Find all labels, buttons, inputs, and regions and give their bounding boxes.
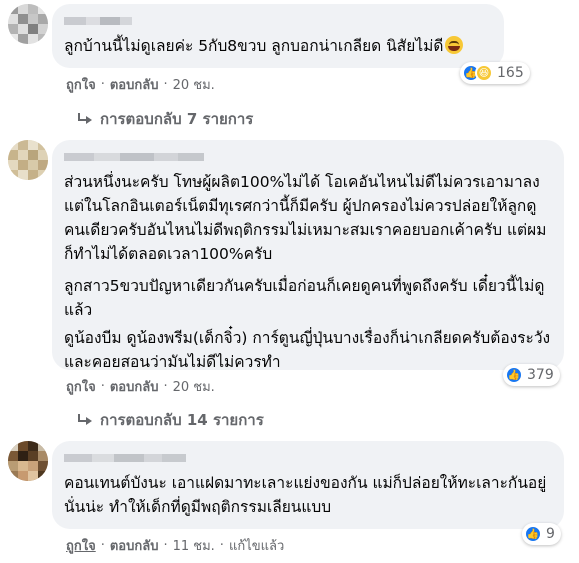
view-replies-link[interactable]: การตอบกลับ 14 รายการ bbox=[78, 408, 264, 432]
comment-actions: ถูกใจ · ตอบกลับ · 20 ชม. bbox=[66, 74, 215, 95]
like-icon: 👍 bbox=[524, 525, 542, 543]
replies-label: การตอบกลับ 14 รายการ bbox=[100, 411, 264, 429]
author-name-blurred[interactable] bbox=[64, 150, 552, 164]
like-button[interactable]: ถูกใจ bbox=[66, 535, 96, 556]
like-icon: 👍 bbox=[505, 366, 523, 384]
reaction-summary[interactable]: 👍 379 bbox=[503, 364, 560, 386]
reply-button[interactable]: ตอบกลับ bbox=[110, 535, 159, 556]
comment-text-line: ลูกบ้านนี้ไม่ดูเลยค่ะ 5กับ8ขวบ ลูกบอกน่า… bbox=[64, 37, 444, 55]
reply-arrow-icon bbox=[78, 113, 92, 125]
author-name-blurred[interactable] bbox=[64, 451, 552, 465]
comment-bubble: ส่วนหนึ่งนะครับ โทษผู้ผลิต100%ไม่ได้ โอเ… bbox=[52, 140, 564, 371]
haha-icon: 😆 bbox=[475, 64, 493, 82]
timestamp[interactable]: 20 ชม. bbox=[173, 74, 215, 95]
comment-actions: ถูกใจ · ตอบกลับ · 20 ชม. bbox=[66, 376, 215, 397]
reaction-count: 379 bbox=[527, 367, 554, 383]
avatar[interactable] bbox=[8, 4, 48, 44]
timestamp[interactable]: 20 ชม. bbox=[173, 376, 215, 397]
separator-dot: · bbox=[100, 379, 105, 394]
separator-dot: · bbox=[100, 538, 105, 553]
separator-dot: · bbox=[163, 379, 168, 394]
avatar[interactable] bbox=[8, 441, 48, 481]
replies-label: การตอบกลับ 7 รายการ bbox=[100, 110, 254, 128]
comment-paragraph: ดูน้องบีม ดูน้องพรีม(เด็กจิ๋ว) การ์ตูนญี… bbox=[64, 329, 551, 371]
comment-text: ลูกบ้านนี้ไม่ดูเลยค่ะ 5กับ8ขวบ ลูกบอกน่า… bbox=[64, 34, 492, 58]
like-button[interactable]: ถูกใจ bbox=[66, 74, 96, 95]
separator-dot: · bbox=[163, 77, 168, 92]
grinning-squinting-face-emoji-icon bbox=[445, 36, 464, 54]
like-button[interactable]: ถูกใจ bbox=[66, 376, 96, 397]
author-name-blurred[interactable] bbox=[64, 14, 492, 28]
comment-bubble: ลูกบ้านนี้ไม่ดูเลยค่ะ 5กับ8ขวบ ลูกบอกน่า… bbox=[52, 4, 504, 68]
comment-text: ส่วนหนึ่งนะครับ โทษผู้ผลิต100%ไม่ได้ โอเ… bbox=[64, 170, 552, 374]
comment-actions: ถูกใจ · ตอบกลับ · 11 ชม. · แก้ไขแล้ว bbox=[66, 535, 284, 556]
reaction-count: 9 bbox=[546, 526, 555, 542]
reaction-summary[interactable]: 👍 9 bbox=[522, 523, 561, 545]
view-replies-link[interactable]: การตอบกลับ 7 รายการ bbox=[78, 107, 253, 131]
comment-text: คอนเทนต์บังนะ เอาแฝดมาทะเลาะแย่งของกัน แ… bbox=[64, 471, 552, 519]
comment-paragraph: ลูกสาว5ขวบปัญหาเดียวกันครับเมื่อก่อนก็เค… bbox=[64, 277, 545, 319]
reaction-summary[interactable]: 👍 😆 165 bbox=[460, 62, 530, 84]
avatar[interactable] bbox=[8, 140, 48, 180]
reaction-count: 165 bbox=[497, 65, 524, 81]
separator-dot: · bbox=[100, 77, 105, 92]
comment-bubble: คอนเทนต์บังนะ เอาแฝดมาทะเลาะแย่งของกัน แ… bbox=[52, 441, 564, 529]
timestamp[interactable]: 11 ชม. bbox=[173, 535, 215, 556]
reply-arrow-icon bbox=[78, 414, 92, 426]
reply-button[interactable]: ตอบกลับ bbox=[110, 376, 159, 397]
reply-button[interactable]: ตอบกลับ bbox=[110, 74, 159, 95]
separator-dot: · bbox=[219, 538, 224, 553]
comment-paragraph: คอนเทนต์บังนะ เอาแฝดมาทะเลาะแย่งของกัน แ… bbox=[64, 474, 547, 516]
edited-label: แก้ไขแล้ว bbox=[228, 539, 285, 554]
separator-dot: · bbox=[163, 538, 168, 553]
comment-paragraph: ส่วนหนึ่งนะครับ โทษผู้ผลิต100%ไม่ได้ โอเ… bbox=[64, 173, 547, 263]
